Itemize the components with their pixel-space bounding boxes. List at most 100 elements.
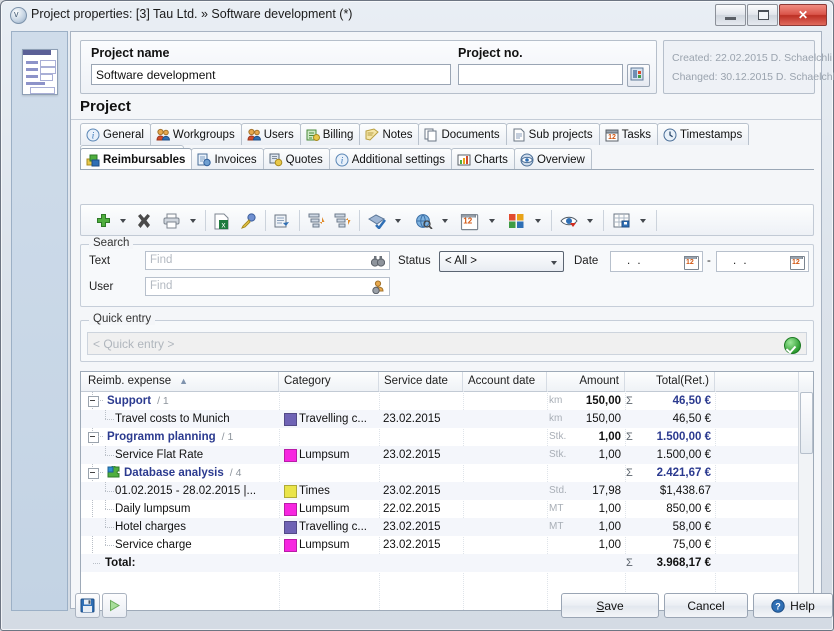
project-form-icon[interactable] — [22, 49, 58, 95]
globe-dropdown[interactable] — [439, 209, 451, 233]
tab-workgroups[interactable]: Workgroups — [150, 123, 242, 145]
invoice-button[interactable] — [272, 209, 292, 233]
layout-button[interactable] — [505, 209, 527, 233]
print-dropdown[interactable] — [187, 209, 199, 233]
grid-group-row[interactable]: Programm planning/ 1Stk.1,00Σ1.500,00 € — [81, 428, 813, 446]
calendar-dropdown[interactable] — [486, 209, 498, 233]
category-color-swatch — [284, 503, 297, 516]
expand-collapse-toggle[interactable] — [88, 432, 99, 443]
grid-group-row[interactable]: Database analysis/ 4Σ2.421,67 € — [81, 464, 813, 482]
search-user-input[interactable]: Find — [145, 277, 390, 296]
tab-quotes[interactable]: Quotes — [263, 148, 330, 170]
tab-label: Users — [264, 129, 294, 141]
tab-invoices[interactable]: Invoices — [191, 148, 263, 170]
tab-timestamps[interactable]: Timestamps — [657, 123, 749, 145]
cell-service-date: 23.02.2015 — [383, 410, 461, 428]
add-dropdown[interactable] — [117, 209, 129, 233]
scrollbar-thumb[interactable] — [800, 392, 813, 454]
expand-collapse-toggle[interactable] — [88, 468, 99, 479]
child-count: / 1 — [157, 395, 169, 407]
project-name-label: Project name — [91, 46, 170, 60]
tab-notes[interactable]: Notes — [359, 123, 419, 145]
delete-button[interactable] — [134, 209, 154, 233]
calendar-button[interactable]: 12 — [459, 209, 479, 233]
approve-button[interactable] — [366, 209, 388, 233]
quick-entry-input[interactable]: < Quick entry > — [87, 332, 807, 355]
close-button[interactable]: ✕ — [779, 4, 827, 26]
grid-vertical-scrollbar[interactable] — [798, 391, 813, 610]
view-button[interactable] — [558, 209, 580, 233]
maximize-button[interactable] — [747, 4, 778, 26]
table-row[interactable]: Hotel chargesTravelling c...23.02.2015MT… — [81, 518, 813, 536]
tab-tasks[interactable]: 12Tasks — [599, 123, 658, 145]
view-dropdown[interactable] — [584, 209, 596, 233]
print-button[interactable] — [161, 209, 183, 233]
column-header-reimb-expense[interactable]: Reimb. expense▲ — [83, 372, 279, 391]
expand-collapse-toggle[interactable] — [88, 396, 99, 407]
assign-key-button[interactable] — [238, 209, 258, 233]
search-text-input[interactable]: Find — [145, 251, 390, 270]
cell-service-date — [383, 464, 461, 482]
tree-connector-vertical — [105, 518, 106, 528]
column-header-amount[interactable]: Amount — [547, 372, 625, 391]
date-from-input[interactable]: . . 12 — [610, 251, 703, 272]
save-button[interactable]: Save — [561, 593, 659, 618]
grid-save-button[interactable] — [610, 209, 632, 233]
tree-connector-vertical — [105, 410, 106, 420]
tab-documents[interactable]: Documents — [418, 123, 506, 145]
excel-icon: x — [214, 213, 230, 230]
cell-label: Hotel charges — [115, 521, 186, 533]
calendar-icon[interactable]: 12 — [684, 255, 698, 269]
tab-label: Invoices — [214, 154, 256, 166]
grid-total-row[interactable]: Total:Σ3.968,17 € — [81, 554, 813, 572]
table-row[interactable]: 01.02.2015 - 28.02.2015 |...Times23.02.2… — [81, 482, 813, 500]
table-row[interactable]: Service Flat RateLumpsum23.02.2015Stk.1,… — [81, 446, 813, 464]
cell-amount: 150,00 — [573, 410, 621, 428]
cell-service-date — [383, 392, 461, 410]
column-header-category[interactable]: Category — [279, 372, 379, 391]
project-no-picker-button[interactable] — [627, 64, 650, 87]
grid-save-dropdown[interactable] — [637, 209, 649, 233]
cell-service-date: 23.02.2015 — [383, 536, 461, 554]
tab-strip-secondary: Reimbursables Invoices QuotesiAdditional s… — [80, 148, 591, 169]
tab-additional-settings[interactable]: iAdditional settings — [329, 148, 452, 170]
column-header-service-date[interactable]: Service date — [379, 372, 463, 391]
tab-users[interactable]: Users — [241, 123, 301, 145]
table-row[interactable]: Service chargeLumpsum23.02.20151,0075,00… — [81, 536, 813, 554]
expand-all-button[interactable] — [332, 209, 352, 233]
layout-dropdown[interactable] — [532, 209, 544, 233]
column-header-total-ret-[interactable]: Total(Ret.) — [625, 372, 715, 391]
collapse-all-button[interactable] — [306, 209, 326, 233]
tab-reimbursables[interactable]: Reimbursables — [80, 148, 192, 170]
tab-label: Tasks — [622, 129, 651, 141]
run-button[interactable] — [102, 593, 127, 618]
grid-group-row[interactable]: Support/ 1km150,00Σ46,50 € — [81, 392, 813, 410]
tab-overview[interactable]: Overview — [514, 148, 592, 170]
tab-charts[interactable]: Charts — [451, 148, 515, 170]
tab-billing[interactable]: Billing — [300, 123, 361, 145]
minimize-button[interactable] — [715, 4, 746, 26]
globe-search-button[interactable] — [413, 209, 435, 233]
column-header-account-date[interactable]: Account date — [463, 372, 547, 391]
column-header-label: Service date — [384, 375, 448, 387]
table-row[interactable]: Travel costs to MunichTravelling c...23.… — [81, 410, 813, 428]
add-button[interactable] — [93, 209, 113, 233]
reimbursables-grid[interactable]: Reimb. expense▲Category Service date Accou… — [80, 371, 814, 611]
cell-account-date — [467, 554, 545, 572]
export-excel-button[interactable]: x — [212, 209, 232, 233]
calendar-icon[interactable]: 12 — [790, 255, 804, 269]
project-name-input[interactable] — [91, 64, 451, 85]
date-to-input[interactable]: . . 12 — [716, 251, 809, 272]
cell-total-ret: 1.500,00 € — [637, 428, 711, 446]
cell-total-ret: $1,438.67 — [637, 482, 711, 500]
column-header-label: Amount — [579, 375, 619, 387]
tab-sub-projects[interactable]: Sub projects — [506, 123, 600, 145]
approve-dropdown[interactable] — [392, 209, 404, 233]
table-row[interactable]: Daily lumpsumLumpsum22.02.2015MT1,00850,… — [81, 500, 813, 518]
cancel-button[interactable]: Cancel — [664, 593, 748, 618]
help-button[interactable]: ? Help — [753, 593, 833, 618]
tab-general[interactable]: iGeneral — [80, 123, 151, 145]
status-select[interactable]: < All > — [439, 251, 564, 272]
project-no-input[interactable] — [458, 64, 623, 85]
save-toolbar-button[interactable] — [75, 593, 100, 618]
